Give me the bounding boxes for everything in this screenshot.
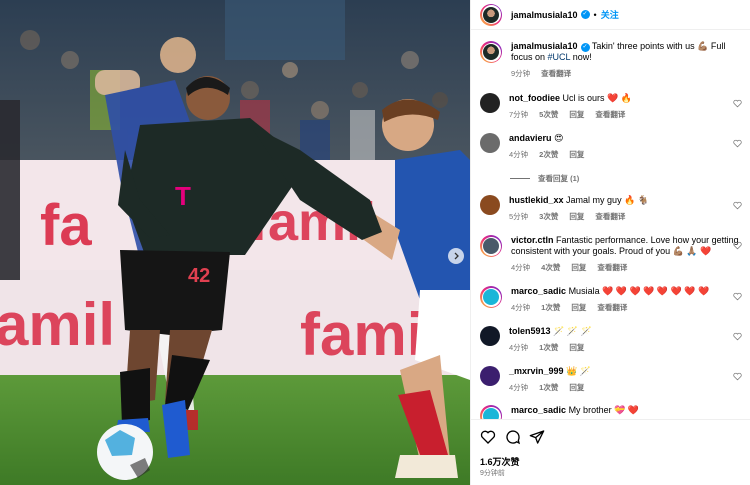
heart-icon[interactable] — [733, 332, 742, 341]
avatar[interactable] — [480, 195, 500, 215]
verified-icon: ✓ — [580, 10, 590, 19]
separator-dot: • — [593, 9, 597, 20]
comment-username[interactable]: andavieru — [509, 133, 552, 143]
translate-button[interactable]: 查看翻译 — [595, 109, 625, 120]
heart-icon[interactable] — [733, 372, 742, 381]
caption-tail: now! — [570, 52, 592, 62]
comment-text: My brother 💝 ❤️ — [568, 405, 639, 415]
comment-likes[interactable]: 1次赞 — [541, 302, 560, 313]
svg-text:amil: amil — [0, 291, 115, 358]
comment-time: 4分钟 — [509, 343, 529, 352]
avatar[interactable] — [480, 3, 502, 26]
svg-text:T: T — [175, 181, 191, 211]
comment-text: Ucl is ours ❤️ 🔥 — [562, 93, 632, 103]
comment-item: victor.ctln Fantastic performance. Love … — [480, 235, 746, 273]
post-time: 9分钟前 — [480, 470, 505, 477]
post-header: jamalmusiala10 ✓ • 关注 — [471, 0, 750, 30]
football — [97, 424, 153, 480]
reply-button[interactable]: 回复 — [569, 109, 584, 120]
svg-text:42: 42 — [188, 265, 210, 287]
translate-button[interactable]: 查看翻译 — [595, 211, 625, 222]
comment-item: not_foodiee Ucl is ours ❤️ 🔥 7分钟 5次赞 回复 … — [480, 93, 746, 120]
comment-text: Musiala ❤️ ❤️ ❤️ ❤️ ❤️ ❤️ ❤️ ❤️ — [568, 286, 710, 296]
avatar[interactable] — [480, 326, 500, 346]
follow-button[interactable]: 关注 — [601, 8, 619, 21]
chevron-right-icon — [454, 252, 459, 260]
comment-item: marco_sadic Musiala ❤️ ❤️ ❤️ ❤️ ❤️ ❤️ ❤️… — [480, 286, 746, 313]
author-username[interactable]: jamalmusiala10 — [511, 10, 578, 20]
translate-button[interactable]: 查看翻译 — [597, 262, 627, 273]
send-icon[interactable] — [529, 429, 545, 445]
reply-button[interactable]: 回复 — [569, 342, 584, 353]
comment-icon[interactable] — [505, 429, 521, 445]
reply-button[interactable]: 回复 — [571, 262, 586, 273]
comment-time: 7分钟 — [509, 110, 529, 119]
avatar[interactable] — [480, 405, 502, 419]
heart-icon[interactable] — [733, 139, 742, 148]
comment-time: 4分钟 — [509, 383, 529, 392]
comment-likes[interactable]: 3次赞 — [539, 211, 558, 222]
view-replies-button[interactable]: 查看回复 (1) — [510, 173, 579, 184]
comment-item: _mxrvin_999 👑 🪄 4分钟 1次赞 回复 — [480, 366, 746, 393]
author-username[interactable]: jamalmusiala10 — [511, 41, 578, 51]
comment-time: 4分钟 — [511, 303, 531, 312]
heart-icon[interactable] — [733, 241, 742, 250]
post-panel: jamalmusiala10 ✓ • 关注 jamalmusiala10 ✓ Ta… — [470, 0, 750, 485]
football-match-photo: fa famil amil famil T 42 — [0, 0, 470, 485]
heart-icon[interactable] — [480, 429, 496, 445]
caption-time: 9分钟 — [511, 69, 531, 78]
comment-username[interactable]: tolen5913 — [509, 326, 551, 336]
comment-likes[interactable]: 4次赞 — [541, 262, 560, 273]
heart-icon[interactable] — [733, 99, 742, 108]
comment-username[interactable]: _mxrvin_999 — [509, 366, 564, 376]
comment-username[interactable]: victor.ctln — [511, 235, 554, 245]
heart-icon[interactable] — [733, 201, 742, 210]
post-photo[interactable]: fa famil amil famil T 42 — [0, 0, 470, 485]
translate-button[interactable]: 查看翻译 — [597, 302, 627, 313]
hashtag-link[interactable]: #UCL — [548, 52, 571, 62]
comment-username[interactable]: marco_sadic — [511, 286, 566, 296]
comment-time: 5分钟 — [509, 212, 529, 221]
comment-username[interactable]: hustlekid_xx — [509, 195, 564, 205]
comment-text: Jamal my guy 🔥 🐐 — [566, 195, 649, 205]
comment-likes[interactable]: 2次赞 — [539, 149, 558, 160]
comments-list[interactable]: jamalmusiala10 ✓ Takin' three points with… — [471, 31, 750, 419]
heart-icon[interactable] — [733, 292, 742, 301]
comment-item: hustlekid_xx Jamal my guy 🔥 🐐 5分钟 3次赞 回复… — [480, 195, 746, 222]
comment-item: tolen5913 🪄 🪄 🪄 4分钟 1次赞 回复 — [480, 326, 746, 353]
avatar[interactable] — [480, 366, 500, 386]
comment-likes[interactable]: 1次赞 — [539, 382, 558, 393]
next-image-button[interactable] — [448, 248, 464, 264]
comment-time: 4分钟 — [509, 150, 529, 159]
comment-username[interactable]: marco_sadic — [511, 405, 566, 415]
likes-count[interactable]: 1.6万次赞 — [480, 455, 520, 468]
avatar[interactable] — [480, 41, 502, 63]
comment-item: andavieru 😍 4分钟 2次赞 回复 — [480, 133, 746, 160]
comment-username[interactable]: not_foodiee — [509, 93, 560, 103]
reply-button[interactable]: 回复 — [569, 211, 584, 222]
view-replies-label: 查看回复 (1) — [538, 174, 580, 183]
svg-text:fa: fa — [40, 193, 92, 258]
reply-button[interactable]: 回复 — [569, 149, 584, 160]
comment-text: 👑 🪄 — [566, 366, 591, 376]
caption: jamalmusiala10 ✓ Takin' three points with… — [480, 41, 746, 79]
translate-button[interactable]: 查看翻译 — [541, 68, 571, 79]
caption-text: jamalmusiala10 ✓ Takin' three points with… — [511, 41, 746, 63]
avatar[interactable] — [480, 93, 500, 113]
replies-divider — [510, 178, 530, 179]
comment-likes[interactable]: 5次赞 — [539, 109, 558, 120]
comment-text: 😍 — [554, 133, 564, 143]
comment-likes[interactable]: 1次赞 — [539, 342, 558, 353]
avatar[interactable] — [480, 133, 500, 153]
avatar[interactable] — [480, 286, 502, 308]
reply-button[interactable]: 回复 — [571, 302, 586, 313]
action-bar: 1.6万次赞 9分钟前 — [471, 419, 750, 485]
verified-icon: ✓ — [580, 43, 590, 52]
comment-item: marco_sadic My brother 💝 ❤️ — [480, 405, 746, 419]
reply-button[interactable]: 回复 — [569, 382, 584, 393]
comment-time: 4分钟 — [511, 263, 531, 272]
comment-text: 🪄 🪄 🪄 — [553, 326, 592, 336]
avatar[interactable] — [480, 235, 502, 257]
